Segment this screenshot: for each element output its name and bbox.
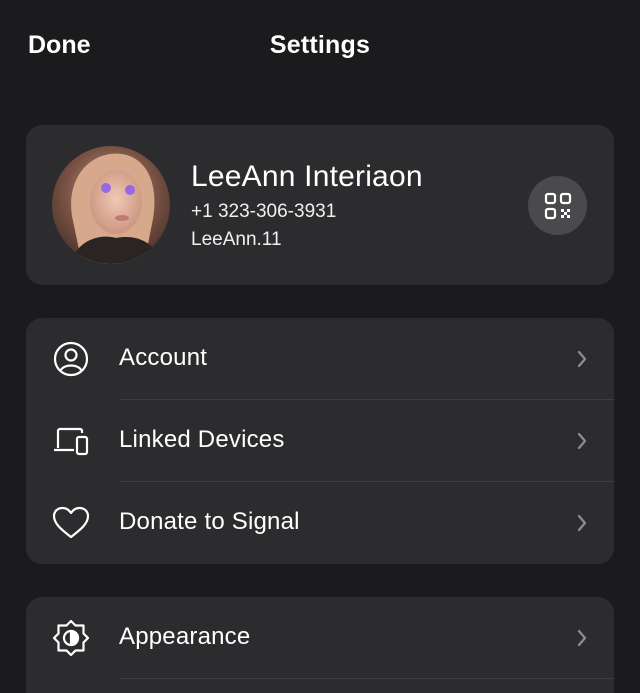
settings-row-linked-devices[interactable]: Linked Devices [26,400,614,482]
row-label: Donate to Signal [119,508,300,535]
page-title: Settings [269,31,371,59]
settings-group-main: Account Linked Devices Donate to Signal [26,318,614,564]
settings-group-preferences: Appearance [26,597,614,693]
chevron-right-icon [577,350,587,368]
settings-row-donate[interactable]: Donate to Signal [26,482,614,564]
devices-icon [52,422,90,460]
person-circle-icon [52,340,90,378]
qr-code-icon [544,192,571,219]
settings-screen: Done Settings LeeAnn Interiaon +1 323-30… [0,0,640,693]
appearance-icon [52,619,90,657]
chevron-right-icon [577,432,587,450]
row-label: Appearance [119,623,251,650]
chevron-right-icon [577,629,587,647]
heart-icon [52,504,90,542]
avatar [52,146,170,264]
settings-row-appearance[interactable]: Appearance [26,597,614,679]
navigation-bar: Done Settings [0,0,640,92]
profile-name: LeeAnn Interiaon [191,160,423,193]
profile-card[interactable]: LeeAnn Interiaon +1 323-306-3931 LeeAnn.… [26,125,614,285]
divider [119,678,614,679]
row-label: Linked Devices [119,426,285,453]
profile-username: LeeAnn.11 [191,229,282,250]
profile-phone: +1 323-306-3931 [191,201,337,222]
qr-code-button[interactable] [528,176,587,235]
row-label: Account [119,344,208,371]
settings-row-account[interactable]: Account [26,318,614,400]
chevron-right-icon [577,514,587,532]
